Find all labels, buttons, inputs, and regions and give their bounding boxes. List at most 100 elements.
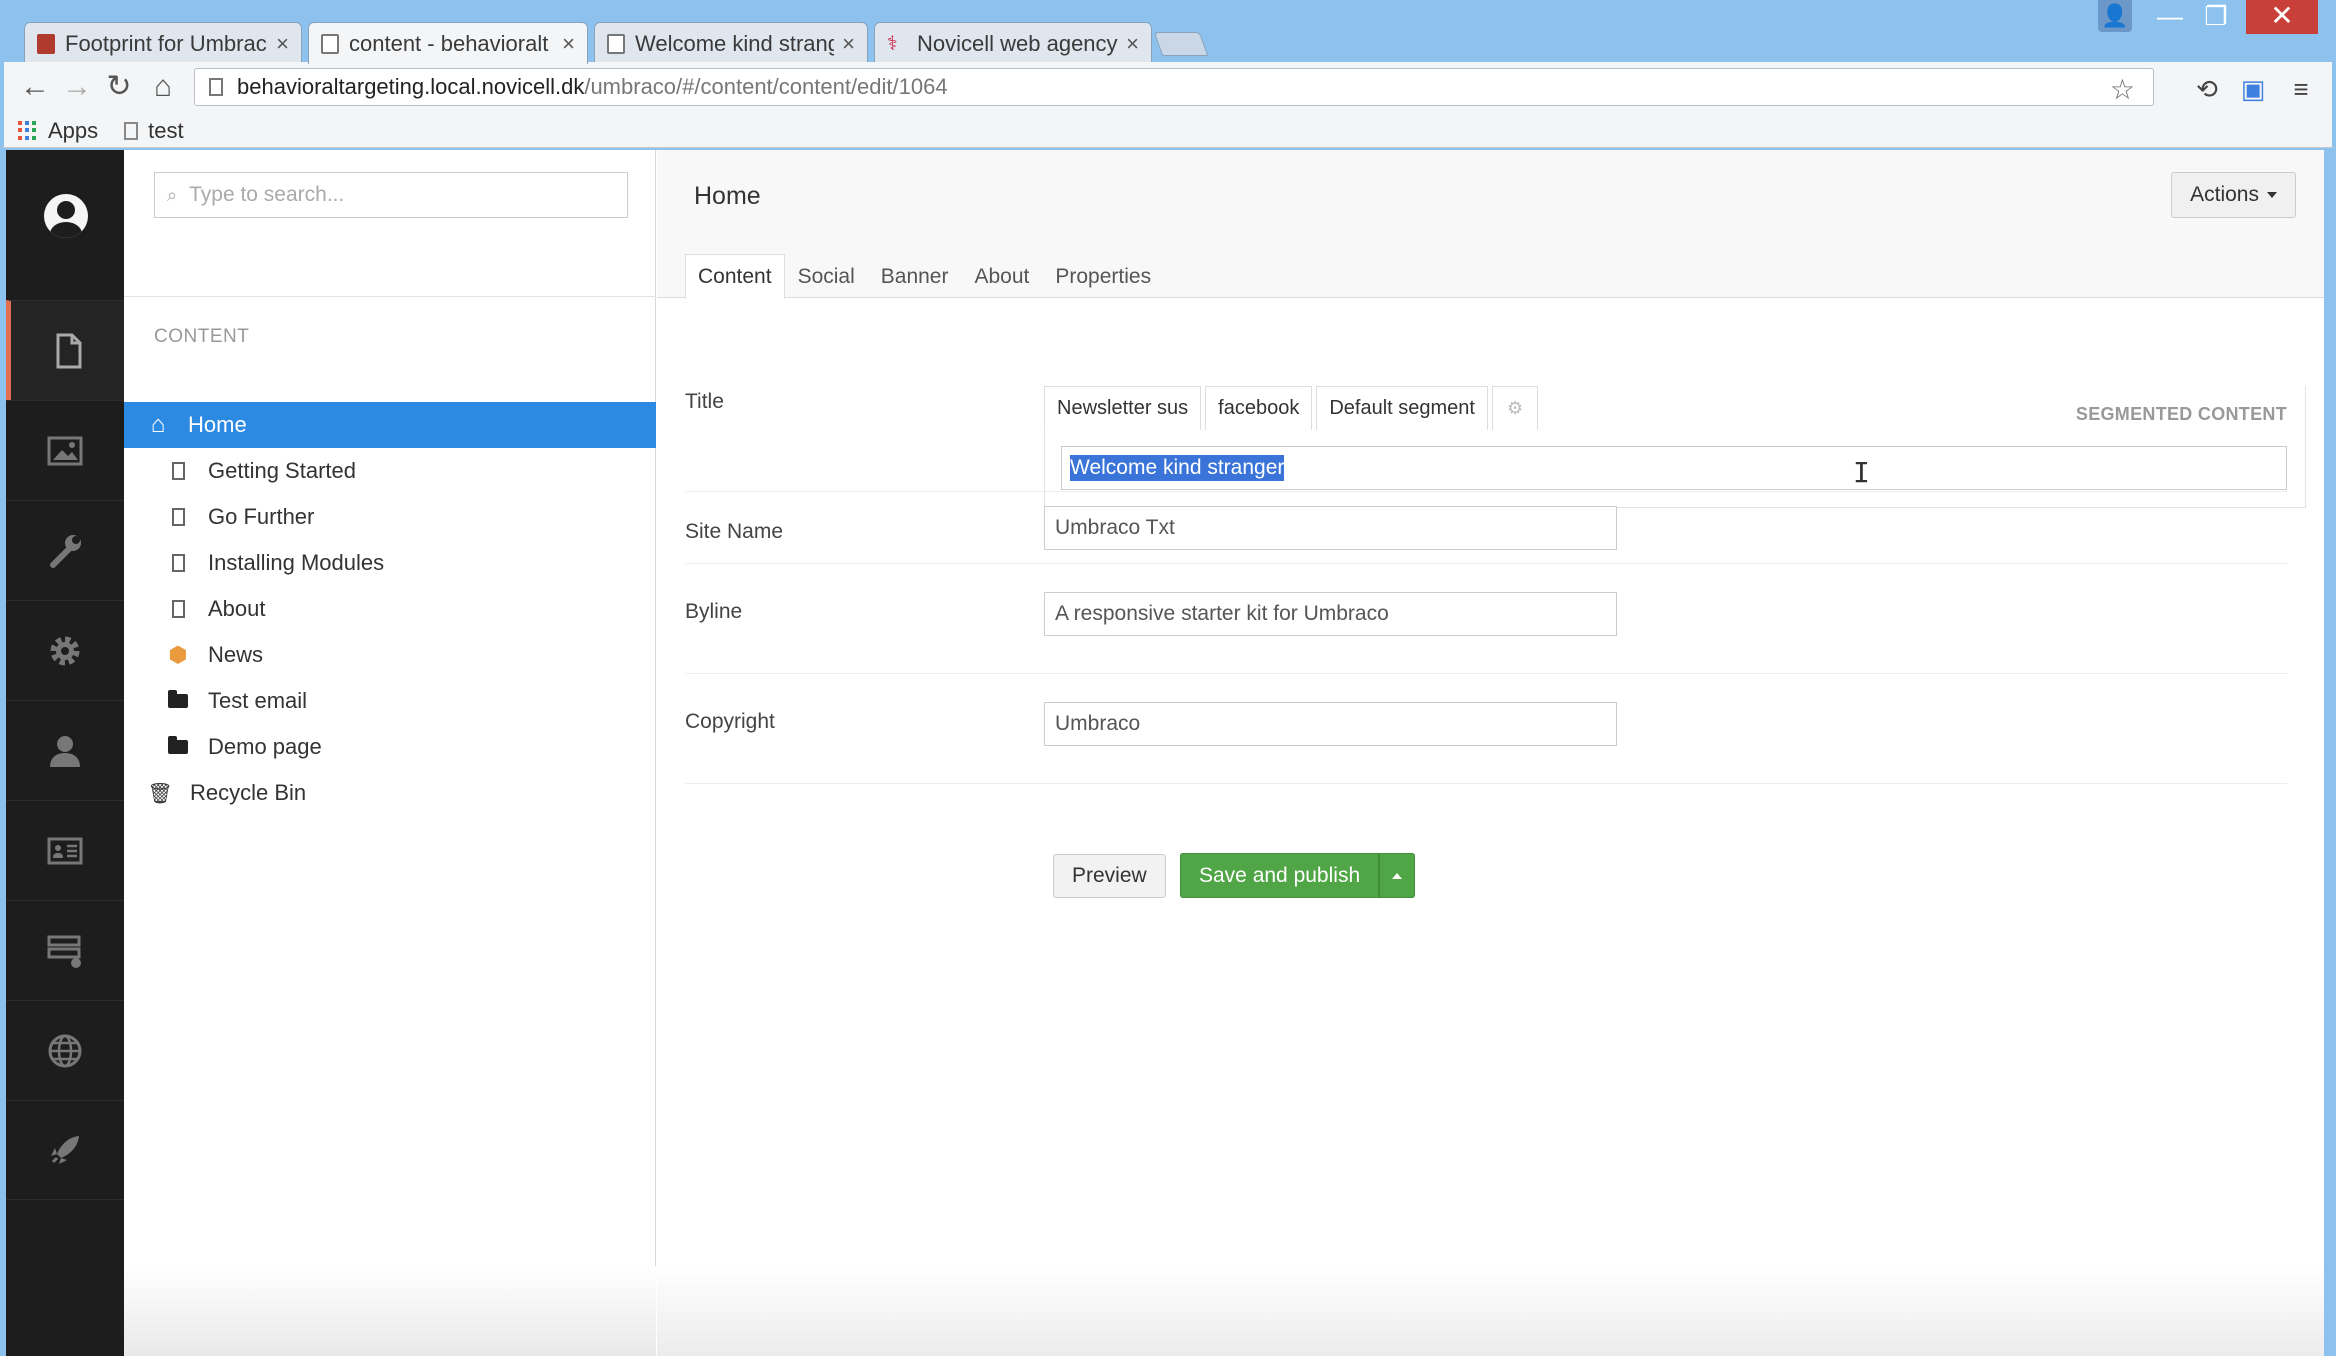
page-icon xyxy=(124,122,138,140)
umbraco-backoffice: ⌕ CONTENT ⌂ Home Getting Started Go Furt… xyxy=(6,150,2324,1356)
tree-search[interactable]: ⌕ xyxy=(154,172,628,218)
property-title: Title Welcome kind stranger I Newsletter… xyxy=(685,336,2287,492)
tab-label: content - behavioralt xyxy=(349,31,554,57)
browser-tab-welcome[interactable]: Welcome kind strang × xyxy=(594,22,868,64)
editor-header: Home Actions Content Social Banner About… xyxy=(657,150,2324,298)
extension-sync-icon[interactable]: ⟲ xyxy=(2192,74,2222,104)
back-icon[interactable]: ← xyxy=(18,70,52,104)
browser-tab-novicell[interactable]: ⚕ Novicell web agency × xyxy=(874,22,1152,64)
forms-icon[interactable] xyxy=(6,900,124,1000)
tree-section-header: CONTENT xyxy=(154,326,249,348)
document-icon xyxy=(166,597,190,621)
segment-tab-newsletter[interactable]: Newsletter sus xyxy=(1044,386,1201,430)
tree-item-home[interactable]: ⌂ Home xyxy=(124,402,656,448)
deploy-rocket-icon[interactable] xyxy=(6,1100,124,1200)
tab-label: Novicell web agency xyxy=(917,31,1118,57)
tree-item-go-further[interactable]: Go Further xyxy=(124,494,656,540)
apps-grid-icon[interactable] xyxy=(18,121,38,141)
user-avatar[interactable] xyxy=(44,194,88,238)
url-host: behavioraltargeting.local.novicell.dk xyxy=(237,74,584,100)
bookmark-apps[interactable]: Apps xyxy=(48,118,98,144)
page-icon xyxy=(209,78,223,96)
tree-item-news[interactable]: ⬢ News xyxy=(124,632,656,678)
tree-item-label: Recycle Bin xyxy=(190,780,306,806)
browser-tab-footprint[interactable]: Footprint for Umbrac × xyxy=(24,22,302,64)
text-cursor-icon: I xyxy=(1853,456,1870,489)
bookmark-star-icon[interactable]: ☆ xyxy=(2110,73,2135,106)
tab-about[interactable]: About xyxy=(961,254,1042,298)
tree-item-demo-page[interactable]: Demo page xyxy=(124,724,656,770)
menu-icon[interactable]: ≡ xyxy=(2286,74,2316,104)
segment-tab-default[interactable]: Default segment xyxy=(1316,386,1488,430)
tree-item-label: Test email xyxy=(208,688,307,714)
tree-item-getting-started[interactable]: Getting Started xyxy=(124,448,656,494)
page-title: Home xyxy=(694,182,761,211)
maximize-button[interactable]: ❐ xyxy=(2196,0,2236,34)
document-icon xyxy=(166,505,190,529)
url-path: /umbraco/#/content/content/edit/1064 xyxy=(584,74,947,100)
title-input[interactable]: Welcome kind stranger xyxy=(1061,446,2287,490)
publish-options-toggle[interactable] xyxy=(1379,853,1415,898)
tree-item-installing-modules[interactable]: Installing Modules xyxy=(124,540,656,586)
section-navigation xyxy=(6,150,124,1356)
close-icon[interactable]: × xyxy=(842,31,855,57)
users-icon[interactable] xyxy=(6,700,124,800)
tree-item-recycle-bin[interactable]: 🗑 Recycle Bin xyxy=(124,770,656,816)
tree-item-about[interactable]: About xyxy=(124,586,656,632)
preview-button[interactable]: Preview xyxy=(1053,854,1166,898)
umbraco-red-icon xyxy=(37,34,55,54)
save-and-publish-group: Save and publish xyxy=(1180,853,1415,898)
content-tree-panel: ⌕ CONTENT ⌂ Home Getting Started Go Furt… xyxy=(124,150,656,1356)
caret-down-icon xyxy=(2267,192,2277,198)
tab-content[interactable]: Content xyxy=(685,254,785,299)
extension-folder-icon[interactable]: ▣ xyxy=(2238,74,2268,104)
address-bar[interactable]: behavioraltargeting.local.novicell.dk/um… xyxy=(194,68,2154,106)
content-icon[interactable] xyxy=(6,300,124,400)
close-icon[interactable]: × xyxy=(562,31,575,57)
document-icon xyxy=(166,459,190,483)
editor-tabs: Content Social Banner About Properties xyxy=(685,254,1164,298)
segment-tabs: Newsletter sus facebook Default segment … xyxy=(1044,386,1538,430)
media-icon[interactable] xyxy=(6,400,124,500)
search-input[interactable] xyxy=(189,183,627,207)
close-icon[interactable]: × xyxy=(1126,31,1139,57)
tree-item-test-email[interactable]: Test email xyxy=(124,678,656,724)
tab-banner[interactable]: Banner xyxy=(868,254,962,298)
settings-wrench-icon[interactable] xyxy=(6,500,124,600)
copyright-input[interactable]: Umbraco xyxy=(1044,702,1617,746)
forward-icon[interactable]: → xyxy=(60,70,94,104)
byline-label: Byline xyxy=(685,600,742,624)
panel-footer xyxy=(124,1266,656,1356)
tab-social[interactable]: Social xyxy=(785,254,868,298)
byline-input[interactable]: A responsive starter kit for Umbraco xyxy=(1044,592,1617,636)
members-icon[interactable] xyxy=(6,800,124,900)
browser-tab-content[interactable]: content - behavioralt × xyxy=(308,22,588,64)
novicell-icon: ⚕ xyxy=(887,34,907,54)
home-page-icon[interactable]: ⌂ xyxy=(146,70,180,104)
page-icon xyxy=(321,34,339,54)
content-editor: Home Actions Content Social Banner About… xyxy=(657,150,2324,1356)
actions-label: Actions xyxy=(2190,183,2259,207)
save-and-publish-button[interactable]: Save and publish xyxy=(1180,853,1379,898)
minimize-button[interactable]: — xyxy=(2150,0,2190,34)
site-name-input[interactable]: Umbraco Txt xyxy=(1044,506,1617,550)
bookmark-test[interactable]: test xyxy=(148,118,183,144)
copyright-label: Copyright xyxy=(685,710,775,734)
new-tab-button[interactable] xyxy=(1154,32,1209,56)
window-close-button[interactable]: ✕ xyxy=(2246,0,2318,34)
segment-settings-gear-icon[interactable]: ⚙ xyxy=(1492,386,1538,430)
reload-icon[interactable]: ↻ xyxy=(102,70,136,104)
trash-icon: 🗑 xyxy=(148,781,172,805)
tab-label: Footprint for Umbrac xyxy=(65,31,268,57)
user-profile-icon[interactable]: 👤 xyxy=(2098,0,2132,32)
developer-gear-icon[interactable] xyxy=(6,600,124,700)
segment-tab-facebook[interactable]: facebook xyxy=(1205,386,1312,430)
close-icon[interactable]: × xyxy=(276,31,289,57)
title-label: Title xyxy=(685,390,724,414)
news-icon: ⬢ xyxy=(166,643,190,667)
translation-globe-icon[interactable] xyxy=(6,1000,124,1100)
tab-properties[interactable]: Properties xyxy=(1042,254,1164,298)
home-icon: ⌂ xyxy=(146,413,170,437)
divider xyxy=(124,296,656,297)
actions-button[interactable]: Actions xyxy=(2171,172,2296,218)
